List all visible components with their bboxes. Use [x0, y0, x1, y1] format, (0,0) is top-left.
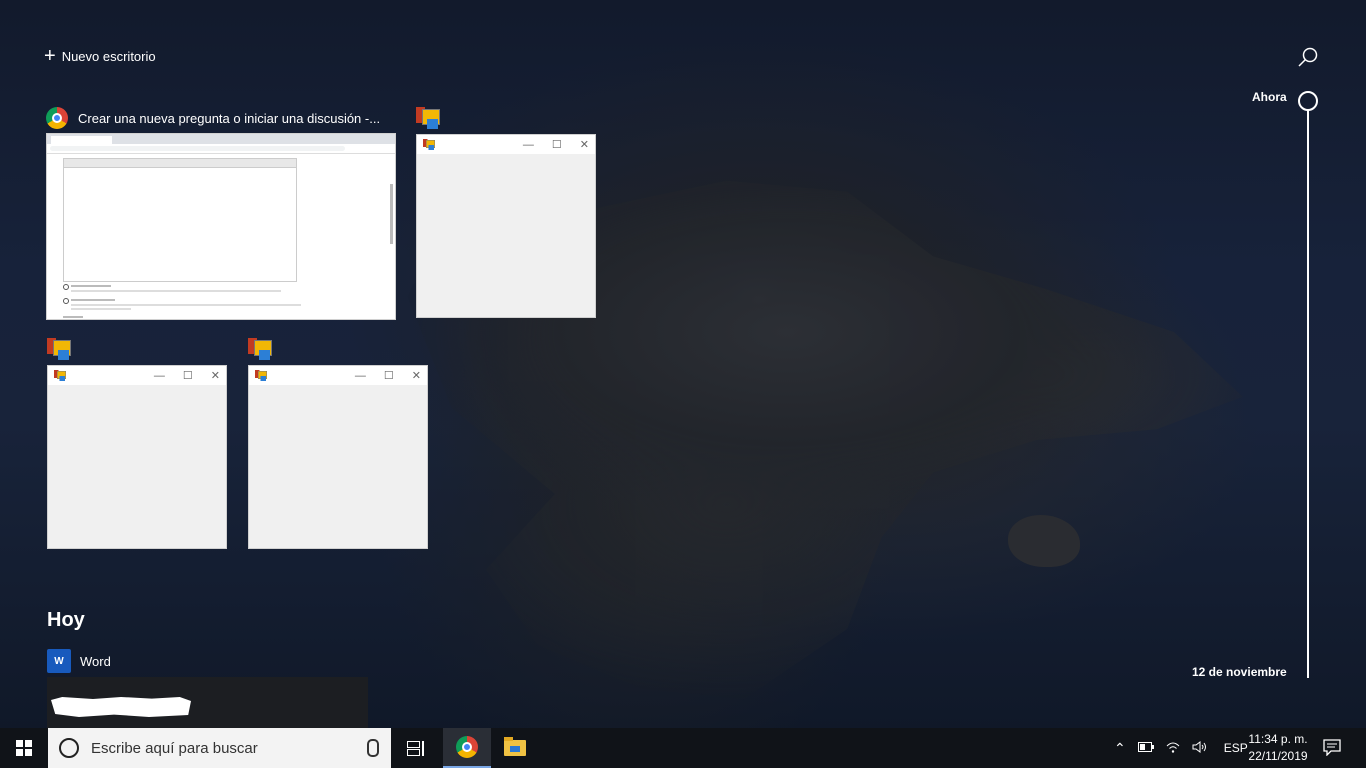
- chevron-up-icon[interactable]: ⌃: [1114, 740, 1126, 757]
- minimize-icon: —: [522, 138, 534, 151]
- paint-app-icon: [54, 370, 66, 381]
- browser-tab-strip: [47, 134, 395, 144]
- window-header-paint: [248, 338, 272, 360]
- microphone-icon[interactable]: [367, 739, 379, 757]
- timeline-track[interactable]: [1307, 110, 1309, 678]
- system-tray: ⌃ ESP: [1114, 728, 1248, 768]
- paint-app-icon: [47, 338, 71, 360]
- activity-section-title: Hoy: [47, 609, 85, 631]
- chrome-icon: [46, 107, 68, 129]
- task-view-button[interactable]: [392, 728, 440, 768]
- taskbar: Escribe aquí para buscar ⌃ ESP 11:34 p. …: [0, 728, 1366, 768]
- battery-icon[interactable]: [1137, 741, 1154, 755]
- clock-time: 11:34 p. m.: [1248, 732, 1308, 746]
- close-icon[interactable]: ✕: [580, 138, 589, 151]
- close-icon[interactable]: ✕: [211, 369, 220, 382]
- new-desktop-label: Nuevo escritorio: [61, 48, 156, 64]
- minimize-icon: —: [354, 369, 366, 382]
- wallpaper-rock: [1008, 515, 1080, 567]
- maximize-icon: ☐: [551, 139, 562, 151]
- chrome-icon: [456, 736, 478, 758]
- clock-date: 22/11/2019: [1248, 749, 1308, 763]
- window-header-chrome: Crear una nueva pregunta o iniciar una d…: [46, 107, 380, 129]
- window-thumbnail-paint-3[interactable]: — ☐ ✕: [248, 365, 428, 549]
- window-header-paint: [416, 107, 440, 129]
- minimize-icon: —: [153, 369, 165, 382]
- plus-icon: +: [44, 45, 56, 67]
- action-center-icon[interactable]: [1322, 738, 1342, 757]
- timeline-now-label: Ahora: [1252, 90, 1287, 104]
- editor-area: [63, 167, 297, 282]
- search-icon[interactable]: [1296, 46, 1320, 70]
- folder-icon: [504, 737, 526, 756]
- start-button[interactable]: [0, 728, 48, 768]
- window-titlebar: — ☐ ✕: [417, 135, 595, 154]
- search-placeholder: Escribe aquí para buscar: [91, 739, 258, 757]
- task-view-icon: [407, 741, 425, 756]
- window-titlebar: — ☐ ✕: [249, 366, 427, 385]
- radio-icon: [63, 284, 69, 290]
- paint-app-icon: [416, 107, 440, 129]
- window-thumbnail-paint-2[interactable]: — ☐ ✕: [47, 365, 227, 549]
- browser-address-bar: [47, 144, 395, 154]
- activity-app-label: Word: [80, 653, 111, 669]
- window-titlebar: — ☐ ✕: [48, 366, 226, 385]
- activity-app-word[interactable]: W Word: [47, 649, 111, 673]
- volume-icon[interactable]: [1192, 740, 1208, 756]
- taskbar-file-explorer-button[interactable]: [491, 728, 539, 768]
- window-title: Crear una nueva pregunta o iniciar una d…: [78, 110, 381, 126]
- redacted-area: [51, 697, 191, 717]
- maximize-icon: ☐: [383, 370, 394, 382]
- activity-card-word[interactable]: [47, 677, 368, 729]
- windows-logo-icon: [16, 740, 32, 756]
- maximize-icon: ☐: [182, 370, 193, 382]
- close-icon[interactable]: ✕: [412, 369, 421, 382]
- window-thumbnail-paint-1[interactable]: — ☐ ✕: [416, 134, 596, 318]
- window-header-paint: [47, 338, 71, 360]
- taskbar-search-box[interactable]: Escribe aquí para buscar: [48, 728, 391, 768]
- paint-app-icon: [255, 370, 267, 381]
- word-icon: W: [47, 649, 71, 673]
- new-desktop-button[interactable]: + Nuevo escritorio: [44, 45, 156, 67]
- wifi-icon[interactable]: [1166, 741, 1180, 756]
- taskbar-chrome-button[interactable]: [443, 728, 491, 768]
- window-thumbnail-chrome[interactable]: [46, 133, 396, 320]
- timeline-scrubber-handle[interactable]: [1298, 91, 1318, 111]
- taskbar-clock[interactable]: 11:34 p. m. 22/11/2019: [1242, 731, 1314, 765]
- timeline-date-label: 12 de noviembre: [1192, 665, 1287, 679]
- scrollbar: [390, 184, 393, 244]
- paint-app-icon: [423, 139, 435, 150]
- paint-app-icon: [248, 338, 272, 360]
- radio-icon: [63, 298, 69, 304]
- cortana-icon: [59, 738, 79, 758]
